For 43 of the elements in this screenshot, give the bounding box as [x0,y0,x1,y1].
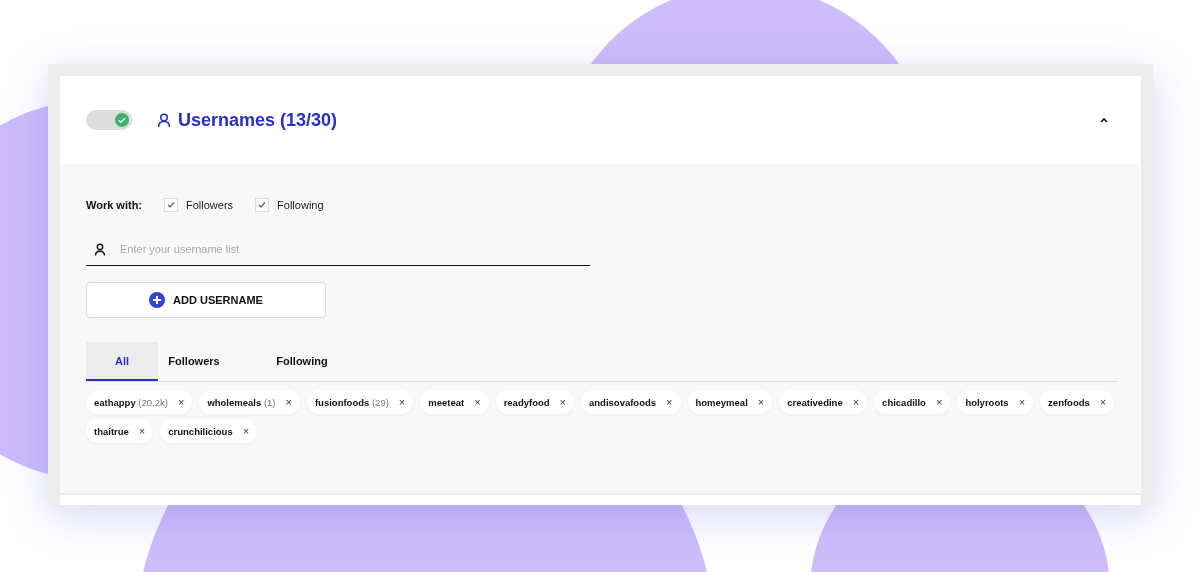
work-with-label: Work with: [86,199,142,211]
chip-label: eathappy (20.2k) [94,396,168,408]
checkbox-label: Following [277,199,324,211]
remove-chip-button[interactable]: × [757,396,765,408]
remove-chip-button[interactable]: × [666,396,673,408]
tab[interactable]: Followers [158,342,230,381]
remove-chip-button[interactable]: × [474,396,481,408]
remove-chip-button[interactable]: × [242,425,250,437]
checkbox-label: Followers [186,199,234,211]
remove-chip-button[interactable]: × [138,425,146,437]
remove-chip-button[interactable]: × [398,396,406,408]
chip-label: meeteat [428,396,465,408]
user-icon [94,243,106,256]
chip-label: thaitrue [94,425,129,437]
chip-label: readyfood [503,396,550,408]
section-title: Usernames (13/30) [178,109,338,131]
tab[interactable]: Following [266,342,338,381]
remove-chip-button[interactable]: × [935,396,943,408]
tab[interactable]: All [86,342,158,381]
username-field[interactable]: Enter your username list [86,232,590,266]
chip-label: creativedine [787,396,843,408]
chip-label: crunchilicious [168,425,233,437]
remove-chip-button[interactable]: × [1099,396,1107,408]
checkbox[interactable] [164,198,178,212]
user-icon [156,112,172,128]
checkbox[interactable] [255,198,270,212]
remove-chip-button[interactable]: × [1018,396,1026,408]
add-username-button[interactable]: ADD USERNAME [86,282,326,318]
remove-chip-button[interactable]: × [559,396,566,408]
chip-label: zenfoods [1048,396,1090,408]
plus-icon [149,292,166,308]
chip-label: wholemeals (1) [207,396,276,408]
chip-label: homeymeal [695,396,748,408]
caret-icon[interactable] [1099,116,1109,124]
chip-label: fusionfoods (29) [314,396,389,408]
chip-label: chicadillo [882,396,926,408]
check-icon [114,112,130,128]
chip-label: holyroots [965,396,1009,408]
remove-chip-button[interactable]: × [285,396,292,408]
chip-label: andisovafoods [589,396,657,408]
remove-chip-button[interactable]: × [852,396,860,408]
toggle-switch[interactable] [86,110,132,130]
remove-chip-button[interactable]: × [177,396,185,408]
